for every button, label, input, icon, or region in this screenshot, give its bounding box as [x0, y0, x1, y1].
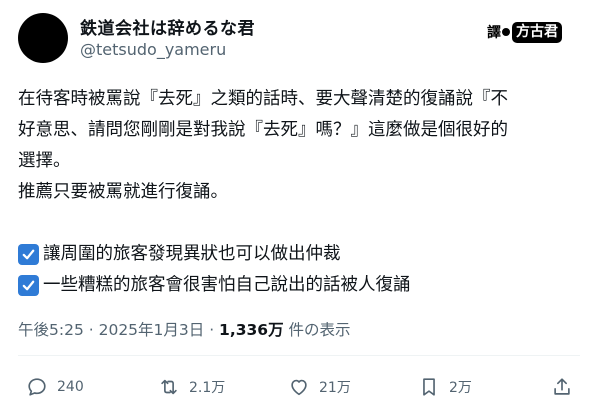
translation-badge: 譯 方古君: [487, 21, 562, 43]
checklist-item: 讓周圍的旅客發現異狀也可以做出仲裁: [18, 239, 583, 270]
repost-button[interactable]: 2.1万: [158, 376, 225, 398]
badge-dot: [502, 28, 510, 36]
reply-button[interactable]: 240: [26, 376, 84, 398]
repost-count: 2.1万: [189, 380, 226, 396]
checklist-item: 一些糟糕的旅客會很害怕自己說出的話被人復誦: [18, 270, 583, 301]
divider: [18, 355, 580, 356]
bookmark-count: 2万: [449, 380, 472, 396]
views-count: 1,336万: [219, 321, 284, 339]
views-label: 件の表示: [283, 321, 351, 339]
check-icon: [18, 275, 39, 296]
bookmark-button[interactable]: 2万: [418, 376, 472, 398]
meta-separator: ·: [204, 321, 220, 339]
post-line: 推薦只要被罵就進行復誦。: [18, 182, 228, 202]
share-button[interactable]: [551, 376, 573, 398]
avatar[interactable]: [18, 13, 68, 63]
share-icon: [554, 378, 570, 395]
post-meta: 午後5:25 · 2025年1月3日 · 1,336万 件の表示: [18, 318, 351, 340]
author-display-name[interactable]: 鉄道会社は辞めるな君: [80, 14, 255, 39]
post-line: 選擇。: [18, 151, 71, 171]
post-time[interactable]: 午後5:25: [18, 321, 84, 339]
checklist-text: 讓周圍的旅客發現異狀也可以做出仲裁: [43, 244, 341, 264]
author-handle[interactable]: @tetsudo_yameru: [80, 40, 226, 59]
badge-label: 方古君: [512, 21, 562, 43]
post-date[interactable]: 2025年1月3日: [99, 321, 205, 339]
meta-separator: ·: [83, 321, 99, 339]
reply-icon: [28, 378, 46, 396]
like-count: 21万: [319, 380, 351, 396]
badge-glyph: 譯: [487, 22, 512, 42]
like-icon: [291, 379, 307, 396]
like-button[interactable]: 21万: [288, 376, 351, 398]
action-bar: 240 2.1万 21万 2万: [0, 376, 598, 406]
post-text: 在待客時被罵說『去死』之類的話時、要大聲清楚的復誦說『不 好意思、請問您剛剛是對…: [18, 84, 583, 301]
post-line: 在待客時被罵說『去死』之類的話時、要大聲清楚的復誦說『不: [18, 89, 508, 109]
check-icon: [18, 244, 39, 265]
repost-icon: [161, 379, 177, 395]
reply-count: 240: [57, 379, 84, 395]
post-line: 好意思、請問您剛剛是對我說『去死』嗎？』這麼做是個很好的: [18, 120, 508, 140]
checklist-text: 一些糟糕的旅客會很害怕自己說出的話被人復誦: [43, 275, 411, 295]
bookmark-icon: [423, 378, 435, 396]
